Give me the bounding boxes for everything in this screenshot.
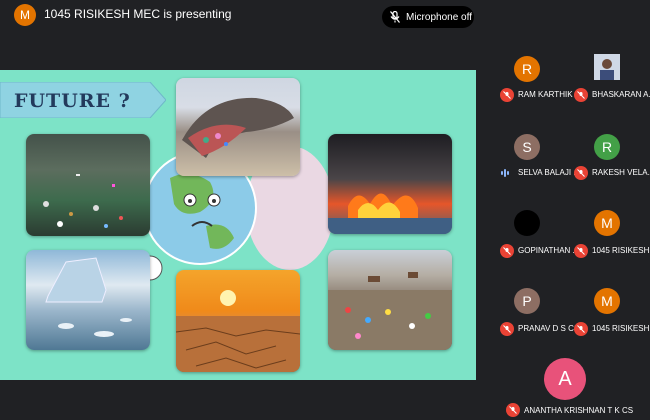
participant-tile[interactable]: GOPINATHAN ... <box>494 206 579 270</box>
mic-muted-icon <box>500 88 514 102</box>
mic-muted-icon <box>574 244 588 258</box>
melting-glacier-photo <box>26 250 150 350</box>
participant-avatar: R <box>594 134 620 160</box>
microphone-status-label: Microphone off <box>406 11 472 23</box>
participant-avatar: S <box>514 134 540 160</box>
microphone-off-indicator[interactable]: Microphone off <box>382 6 474 28</box>
participant-avatar: M <box>594 210 620 236</box>
participant-avatar: A <box>544 358 586 400</box>
landfill-cows-photo <box>328 250 452 350</box>
participant-tile[interactable]: P PRANAV D S CS <box>494 284 579 348</box>
mic-muted-icon <box>574 166 588 180</box>
mic-muted-icon <box>574 322 588 336</box>
top-bar: M 1045 RISIKESH MEC is presenting Microp… <box>0 0 650 30</box>
participant-tile[interactable]: S SELVA BALAJI ... <box>494 128 580 192</box>
dead-whale-plastic-photo <box>176 78 300 176</box>
ocean-pollution-photo <box>26 134 150 236</box>
presenter-label: 1045 RISIKESH MEC is presenting <box>44 7 232 21</box>
drought-sunset-photo <box>176 270 300 372</box>
participant-avatar: M <box>594 288 620 314</box>
audio-level-icon <box>501 166 509 180</box>
mic-muted-icon <box>506 403 520 417</box>
participant-name: ANANTHA KRISHNAN T K CS <box>524 406 634 415</box>
participant-name: RAKESH VELA... <box>592 168 650 177</box>
participant-tile[interactable]: M 1045 RISIKESH... <box>568 206 650 270</box>
participant-tile[interactable]: M 1045 RISIKESH... <box>568 284 650 348</box>
participant-avatar: R <box>514 56 540 82</box>
participant-avatar <box>514 210 540 236</box>
mic-muted-icon <box>574 88 588 102</box>
participant-tile-large[interactable]: A ANANTHA KRISHNAN T K CS <box>498 344 650 420</box>
participant-name: 1045 RISIKESH... <box>592 246 650 255</box>
presenter-avatar: M <box>14 4 36 26</box>
participant-tile[interactable]: BHASKARAN A... <box>568 50 650 114</box>
participant-photo-avatar <box>594 54 620 80</box>
participant-tile[interactable]: R RAM KARTHIK ... <box>494 50 580 114</box>
burning-trash-photo <box>328 134 452 234</box>
participant-avatar: P <box>514 288 540 314</box>
participant-tile[interactable]: R RAKESH VELA... <box>568 128 650 192</box>
participant-name: BHASKARAN A... <box>592 90 650 99</box>
shared-screen-slide: FUTURE ? <box>0 70 476 380</box>
mic-off-icon <box>390 11 400 23</box>
mic-muted-icon <box>500 244 514 258</box>
slide-title: FUTURE ? <box>14 90 131 112</box>
participant-name: 1045 RISIKESH... <box>592 324 650 333</box>
mic-muted-icon <box>500 322 514 336</box>
